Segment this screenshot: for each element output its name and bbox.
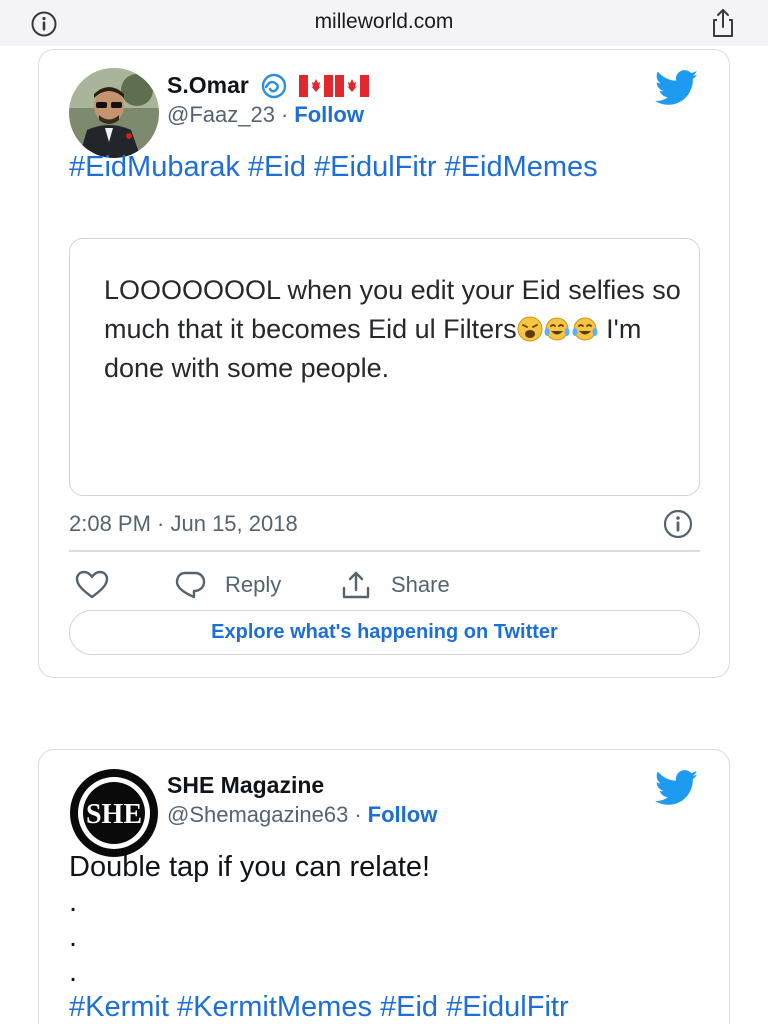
explore-button[interactable]: Explore what's happening on Twitter [69,610,700,655]
share-icon[interactable] [706,6,740,40]
she-logo-text: SHE [86,799,142,830]
address-bar-url[interactable]: milleworld.com [0,10,768,34]
tweet-actions: Reply Share [69,565,700,605]
heart-icon [75,570,109,599]
share-label: Share [391,572,450,597]
handle-row: @Faaz_23 · Follow [167,102,364,128]
tweet-text-dot: . [69,956,78,988]
canada-flag-icon [334,74,369,97]
tweet-timestamp[interactable]: 2:08 PM · Jun 15, 2018 [69,511,298,537]
author-handle[interactable]: @Faaz_23 [167,102,275,127]
she-magazine-logo[interactable]: SHE [69,768,159,858]
canada-flag-icon [298,74,333,97]
twitter-bird-icon[interactable] [655,770,699,806]
reply-label: Reply [225,572,282,597]
tweet-card: S.Omar @Faaz_23 · Follow #EidMubarak #Ei… [38,49,730,678]
tears-of-joy-icon [572,317,598,341]
separator-dot: · [354,802,362,827]
twitter-bird-icon[interactable] [655,70,699,106]
author-name[interactable]: S.Omar [167,72,249,99]
share-button[interactable]: Share [339,565,450,605]
weary-face-icon [517,316,543,342]
tweet-text-line: Double tap if you can relate! [69,851,431,883]
like-button[interactable] [75,565,127,605]
tweet-card: SHE SHE Magazine @Shemagazine63 · Follow D… [38,749,730,1024]
tweet-text-dot: . [69,921,78,953]
share-icon [342,571,370,599]
follow-button[interactable]: Follow [368,802,438,827]
divider [69,550,700,552]
author-name[interactable]: SHE Magazine [167,772,324,799]
tweet-text-dot: . [69,886,78,918]
follow-button[interactable]: Follow [294,102,364,127]
separator-dot: · [280,102,289,127]
author-name-row: S.Omar [167,72,369,99]
handle-row: @Shemagazine63 · Follow [167,802,437,828]
author-name-row: SHE Magazine [167,772,334,799]
avatar[interactable] [69,68,159,158]
reply-button[interactable]: Reply [173,565,281,605]
author-handle[interactable]: @Shemagazine63 [167,802,348,827]
tweet-text: Double tap if you can relate! . . . #Ker… [69,850,709,1024]
reply-bubble-icon [175,571,206,599]
quoted-tweet[interactable]: LOOOOOOOL when you edit your Eid selfies… [69,238,700,496]
author-decorations [259,73,369,99]
tweet-hashtags[interactable]: #EidMubarak #Eid #EidulFitr #EidMemes [69,150,689,185]
wave-icon [261,73,287,98]
tears-of-joy-icon [544,317,570,341]
browser-toolbar: milleworld.com [0,0,768,46]
tweet-hashtags[interactable]: #Kermit #KermitMemes #Eid #EidulFitr [69,990,709,1024]
info-icon[interactable] [662,508,694,540]
quoted-tweet-text: LOOOOOOOL when you edit your Eid selfies… [104,271,684,388]
